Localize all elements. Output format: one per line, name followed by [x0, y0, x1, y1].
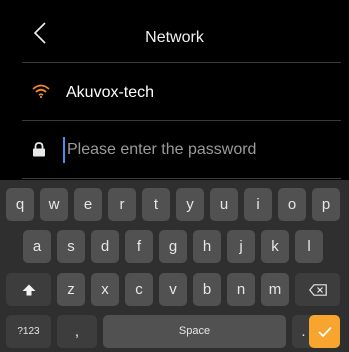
- password-input[interactable]: [63, 137, 337, 163]
- key-z[interactable]: z: [57, 273, 85, 306]
- key-b[interactable]: b: [193, 273, 221, 306]
- key-s[interactable]: s: [57, 230, 85, 263]
- top-bar: Network: [0, 0, 349, 62]
- key-w[interactable]: w: [40, 188, 68, 221]
- divider: [22, 120, 341, 121]
- key-r[interactable]: r: [108, 188, 136, 221]
- key-x[interactable]: x: [91, 273, 119, 306]
- shift-up-arrow-icon: [22, 284, 35, 295]
- key-a[interactable]: a: [23, 230, 51, 263]
- key-j[interactable]: j: [227, 230, 255, 263]
- network-row[interactable]: [0, 62, 349, 120]
- page-title: Network: [145, 29, 204, 46]
- key-p[interactable]: p: [312, 188, 340, 221]
- symbols-key[interactable]: ?123: [6, 315, 51, 348]
- key-u[interactable]: u: [210, 188, 238, 221]
- wifi-icon: [32, 84, 50, 98]
- key-o[interactable]: o: [278, 188, 306, 221]
- divider: [22, 178, 341, 179]
- key-k[interactable]: k: [261, 230, 289, 263]
- key-i[interactable]: i: [244, 188, 272, 221]
- key-f[interactable]: f: [125, 230, 153, 263]
- backspace-key[interactable]: [295, 273, 340, 306]
- key-h[interactable]: h: [193, 230, 221, 263]
- comma-key[interactable]: ,: [57, 315, 97, 348]
- backspace-icon: [308, 283, 327, 296]
- key-d[interactable]: d: [91, 230, 119, 263]
- done-key[interactable]: [309, 315, 340, 348]
- space-key[interactable]: Space: [103, 315, 286, 348]
- key-n[interactable]: n: [227, 273, 255, 306]
- lock-icon: [33, 142, 45, 157]
- key-q[interactable]: q: [6, 188, 34, 221]
- key-t[interactable]: t: [142, 188, 170, 221]
- key-v[interactable]: v: [159, 273, 187, 306]
- key-g[interactable]: g: [159, 230, 187, 263]
- key-c[interactable]: c: [125, 273, 153, 306]
- network-ssid: Akuvox-tech: [66, 84, 155, 101]
- key-e[interactable]: e: [74, 188, 102, 221]
- key-m[interactable]: m: [261, 273, 289, 306]
- checkmark-icon: [317, 326, 332, 337]
- on-screen-keyboard: q w e r t y u i o p a s d f g h j k l z …: [0, 180, 349, 352]
- key-l[interactable]: l: [295, 230, 323, 263]
- key-y[interactable]: y: [176, 188, 204, 221]
- shift-key[interactable]: [6, 273, 51, 306]
